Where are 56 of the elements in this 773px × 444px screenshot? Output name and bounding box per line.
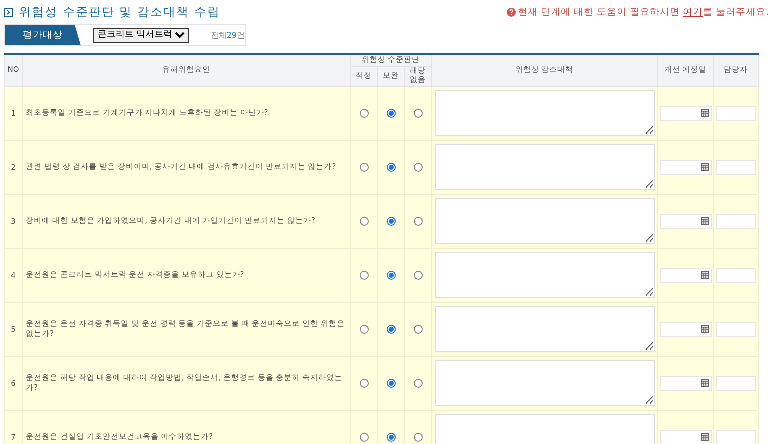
radio-button[interactable] [414,378,422,388]
radio-button[interactable] [360,162,368,172]
calendar-icon [700,379,708,387]
filter-label: 평가대상 [5,25,81,45]
owner-input[interactable] [716,430,756,444]
measures-input[interactable] [434,306,654,352]
radio-button[interactable] [386,324,396,334]
radio-button[interactable] [414,216,422,226]
owner-input[interactable] [716,214,756,228]
radio-button[interactable] [414,162,422,172]
radio-button[interactable] [360,324,368,334]
calendar-icon [700,433,708,441]
radio-button[interactable] [414,324,422,334]
radio-button[interactable] [414,270,422,280]
radio-button[interactable] [386,270,396,280]
measures-input[interactable] [434,360,654,406]
radio-button[interactable] [386,216,396,226]
measures-input[interactable] [434,90,654,136]
owner-input[interactable] [716,376,756,390]
question-icon [506,8,516,16]
date-field[interactable] [660,160,712,174]
calendar-icon [700,163,708,171]
radio-button[interactable] [360,108,368,118]
radio-button[interactable] [386,378,396,388]
radio-button[interactable] [360,216,368,226]
radio-button[interactable] [386,432,396,442]
date-field[interactable] [660,376,712,390]
radio-button[interactable] [386,108,396,118]
owner-input[interactable] [716,160,756,174]
page-title: 위험성 수준판단 및 감소대책 수립 [19,4,220,20]
target-dropdown[interactable]: 콘크리트 믹서트럭 [92,28,189,42]
radio-button[interactable] [414,432,422,442]
radio-button[interactable] [360,378,368,388]
owner-input[interactable] [716,268,756,282]
date-field[interactable] [660,214,712,228]
measures-input[interactable] [434,198,654,244]
owner-input[interactable] [716,322,756,336]
date-field[interactable] [660,106,712,120]
radio-button[interactable] [414,108,422,118]
total-count: 전체29건 [210,30,245,40]
radio-button[interactable] [360,270,368,280]
measures-input[interactable] [434,252,654,298]
calendar-icon [700,109,708,117]
calendar-icon [700,271,708,279]
radio-button[interactable] [386,162,396,172]
date-field[interactable] [660,430,712,444]
owner-input[interactable] [716,106,756,120]
chevron-icon [4,8,13,16]
help-link[interactable]: 여기 [682,6,703,18]
date-field[interactable] [660,322,712,336]
calendar-icon [700,325,708,333]
measures-input[interactable] [434,144,654,190]
help-text: 현재 단계에 대한 도움이 필요하시면 여기 를 눌러주세요. [506,6,769,18]
calendar-icon [700,217,708,225]
radio-button[interactable] [360,432,368,442]
date-field[interactable] [660,268,712,282]
